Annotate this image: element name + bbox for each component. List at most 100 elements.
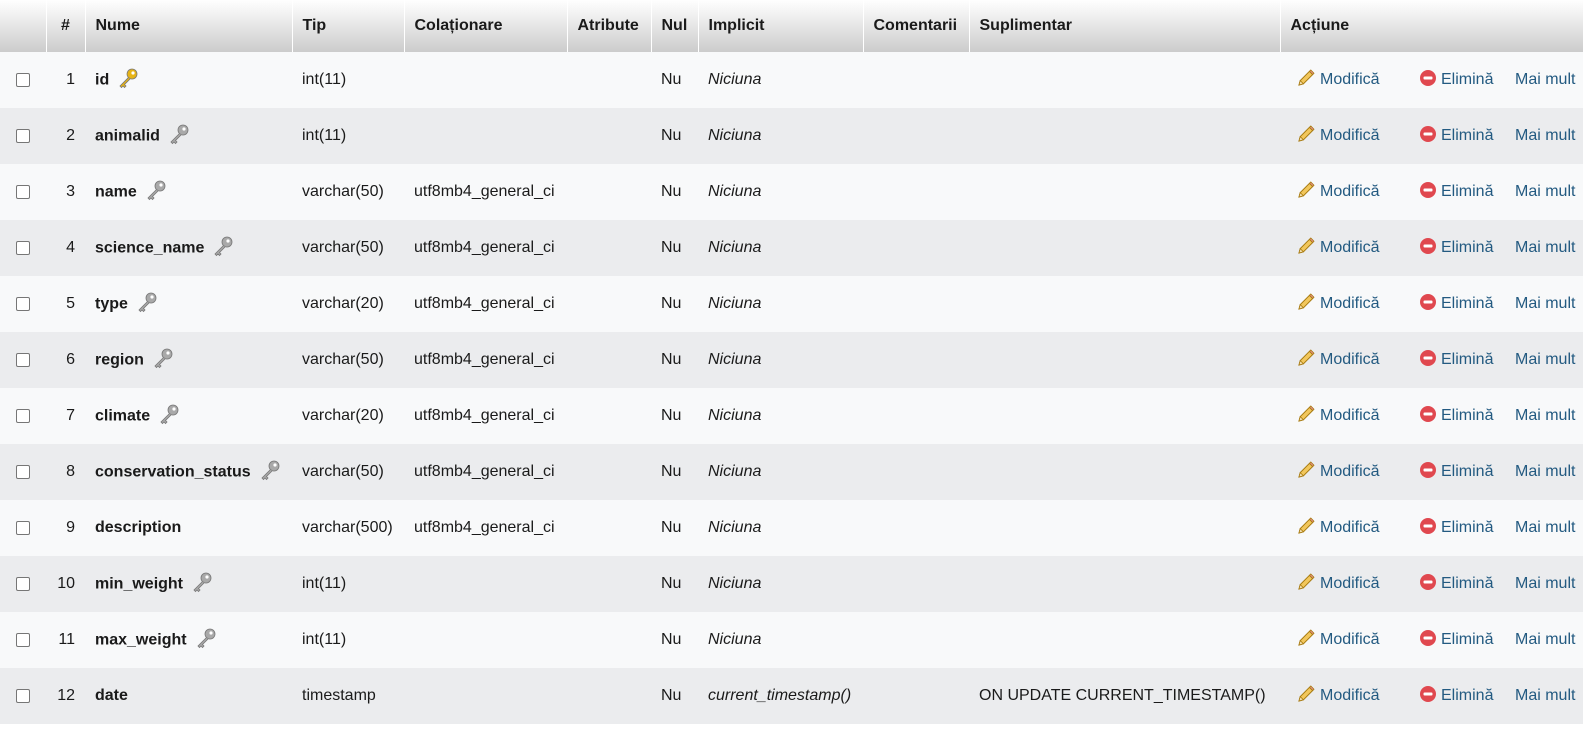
row-checkbox[interactable] (16, 520, 30, 535)
drop-icon (1419, 517, 1441, 540)
row-checkbox-cell (0, 500, 46, 556)
drop-button[interactable]: Elimină (1419, 293, 1493, 316)
row-checkbox[interactable] (16, 352, 30, 367)
row-checkbox[interactable] (16, 688, 30, 703)
header-extra[interactable]: Suplimentar (969, 0, 1281, 52)
column-extra (969, 332, 1280, 388)
row-checkbox[interactable] (16, 632, 30, 647)
column-name: date (95, 687, 128, 704)
header-type[interactable]: Tip (292, 0, 405, 52)
drop-button[interactable]: Elimină (1419, 69, 1493, 92)
edit-action-cell: Modifică (1280, 108, 1405, 164)
drop-button[interactable]: Elimină (1419, 405, 1493, 428)
edit-button[interactable]: Modifică (1296, 236, 1380, 261)
more-button[interactable]: Mai mult (1501, 500, 1583, 556)
more-button[interactable]: Mai mult (1501, 164, 1583, 220)
column-default: Niciuna (708, 295, 762, 312)
column-extra (969, 52, 1280, 108)
more-button[interactable]: Mai mult (1501, 108, 1583, 164)
edit-button[interactable]: Modifică (1296, 684, 1380, 709)
column-default: Niciuna (708, 631, 762, 648)
drop-action-cell: Elimină (1405, 52, 1501, 108)
edit-button[interactable]: Modifică (1296, 404, 1380, 429)
drop-button[interactable]: Elimină (1419, 685, 1493, 708)
edit-action-cell: Modifică (1280, 276, 1405, 332)
drop-button[interactable]: Elimină (1419, 349, 1493, 372)
header-attributes[interactable]: Atribute (567, 0, 652, 52)
row-number: 11 (58, 631, 75, 648)
column-name: climate (95, 407, 151, 425)
column-collation (404, 556, 567, 612)
drop-button[interactable]: Elimină (1419, 517, 1493, 540)
more-button[interactable]: Mai mult (1501, 668, 1583, 724)
edit-action-cell: Modifică (1280, 556, 1405, 612)
column-comments (863, 220, 969, 276)
more-button[interactable]: Mai mult (1501, 612, 1583, 668)
drop-button[interactable]: Elimină (1419, 237, 1493, 260)
column-collation: utf8mb4_general_ci (414, 295, 555, 312)
row-checkbox[interactable] (16, 464, 30, 479)
pencil-icon (1296, 236, 1320, 261)
row-checkbox[interactable] (16, 576, 30, 591)
edit-action-cell: Modifică (1280, 444, 1405, 500)
header-num[interactable]: # (46, 0, 86, 52)
more-button[interactable]: Mai mult (1501, 444, 1583, 500)
edit-button[interactable]: Modifică (1296, 460, 1380, 485)
more-button[interactable]: Mai mult (1501, 388, 1583, 444)
column-extra: ON UPDATE CURRENT_TIMESTAMP() (979, 687, 1266, 704)
edit-label: Modifică (1320, 687, 1380, 704)
drop-icon (1419, 69, 1441, 92)
drop-button[interactable]: Elimină (1419, 461, 1493, 484)
row-checkbox[interactable] (16, 296, 30, 311)
column-type: varchar(50) (302, 463, 384, 480)
edit-button[interactable]: Modifică (1296, 180, 1380, 205)
column-collation: utf8mb4_general_ci (414, 463, 555, 480)
more-button[interactable]: Mai mult (1501, 220, 1583, 276)
pencil-icon (1296, 404, 1320, 429)
column-extra (969, 220, 1280, 276)
table-row: 11 max_weight int(11) Nu Niciuna Modifică Elim… (0, 612, 1583, 668)
edit-button[interactable]: Modifică (1296, 292, 1380, 317)
drop-icon (1419, 293, 1441, 316)
column-name-cell: conservation_status (85, 444, 292, 500)
row-checkbox[interactable] (16, 184, 30, 199)
header-null[interactable]: Nul (651, 0, 699, 52)
more-button[interactable]: Mai mult (1501, 276, 1583, 332)
drop-button[interactable]: Elimină (1419, 573, 1493, 596)
edit-button[interactable]: Modifică (1296, 572, 1380, 597)
drop-action-cell: Elimină (1405, 500, 1501, 556)
table-row: 1 id int(11) Nu Niciuna Modifică Elimină Mai mu… (0, 52, 1583, 108)
more-button[interactable]: Mai mult (1501, 52, 1583, 108)
row-checkbox[interactable] (16, 72, 30, 87)
column-null: Nu (661, 687, 682, 704)
row-checkbox-cell (0, 556, 46, 612)
header-collation[interactable]: Colaționare (404, 0, 568, 52)
header-name[interactable]: Nume (85, 0, 293, 52)
column-null: Nu (661, 295, 682, 312)
header-default[interactable]: Implicit (698, 0, 864, 52)
more-button[interactable]: Mai mult (1501, 556, 1583, 612)
drop-button[interactable]: Elimină (1419, 629, 1493, 652)
column-comments (863, 164, 969, 220)
header-comments[interactable]: Comentarii (863, 0, 970, 52)
row-checkbox[interactable] (16, 128, 30, 143)
edit-button[interactable]: Modifică (1296, 628, 1380, 653)
drop-button[interactable]: Elimină (1419, 181, 1493, 204)
more-button[interactable]: Mai mult (1501, 332, 1583, 388)
edit-button[interactable]: Modifică (1296, 68, 1380, 93)
drop-action-cell: Elimină (1405, 668, 1501, 724)
drop-button[interactable]: Elimină (1419, 125, 1493, 148)
edit-button[interactable]: Modifică (1296, 516, 1380, 541)
pencil-icon (1296, 684, 1320, 709)
edit-button[interactable]: Modifică (1296, 348, 1380, 373)
row-checkbox[interactable] (16, 408, 30, 423)
column-comments (863, 668, 969, 724)
column-name: min_weight (95, 575, 184, 593)
drop-icon (1419, 349, 1441, 372)
column-type: varchar(500) (302, 519, 393, 536)
column-collation (404, 108, 567, 164)
column-comments (863, 388, 969, 444)
row-checkbox[interactable] (16, 240, 30, 255)
row-number: 12 (57, 687, 75, 704)
edit-button[interactable]: Modifică (1296, 124, 1380, 149)
